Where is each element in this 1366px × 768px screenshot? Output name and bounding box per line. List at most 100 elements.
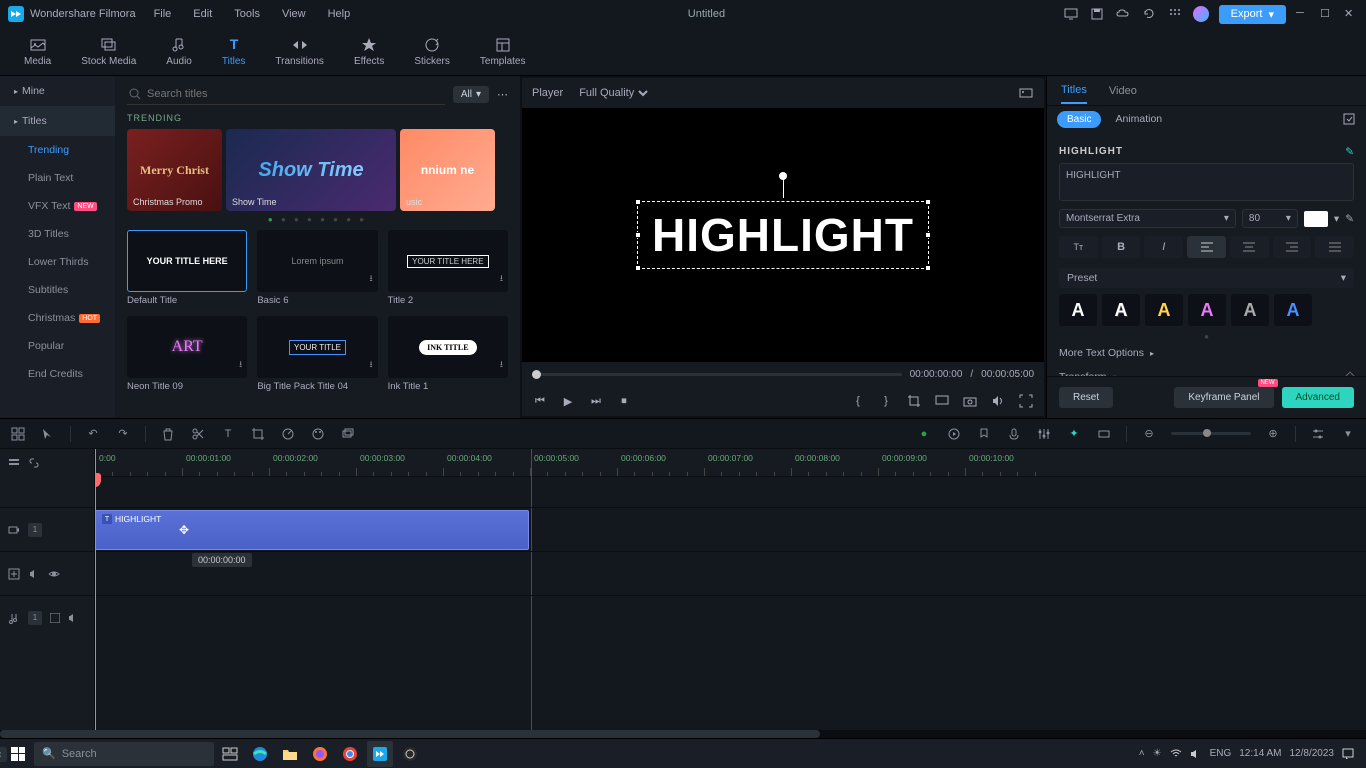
audio-track-icon[interactable] — [8, 612, 20, 624]
save-icon[interactable] — [1089, 6, 1105, 22]
visibility-icon[interactable] — [48, 568, 60, 580]
adjust-icon[interactable] — [1310, 426, 1326, 442]
fullscreen-icon[interactable] — [1018, 393, 1034, 409]
resize-handle[interactable] — [925, 199, 931, 205]
cursor-icon[interactable] — [40, 426, 56, 442]
edge-icon[interactable] — [247, 741, 273, 767]
sidebar-item-subtitles[interactable]: Subtitles — [0, 276, 115, 304]
sidebar-back-button[interactable]: ‹ — [0, 747, 7, 762]
align-justify-button[interactable] — [1315, 236, 1354, 258]
timeline-ruler[interactable]: 0:0000:00:01:0000:00:02:0000:00:03:0000:… — [95, 449, 1366, 477]
tray-date[interactable]: 12/8/2023 — [1290, 748, 1335, 759]
align-right-button[interactable] — [1273, 236, 1312, 258]
title-thumb[interactable]: INK TITLE⭳Ink Title 1 — [388, 316, 508, 392]
title-thumb[interactable]: YOUR TITLE HERE⭳Title 2 — [388, 230, 508, 306]
crop-tool-icon[interactable] — [250, 426, 266, 442]
prev-frame-button[interactable]: ⏮ — [532, 393, 548, 409]
sidebar-item-christmas[interactable]: ChristmasHOT — [0, 304, 115, 332]
spacer-lane[interactable] — [95, 551, 1366, 595]
chrome-icon[interactable] — [337, 741, 363, 767]
title-thumb[interactable]: ART⭳Neon Title 09 — [127, 316, 247, 392]
title-text-input[interactable]: HIGHLIGHT — [1059, 163, 1354, 201]
inspector-tab-video[interactable]: Video — [1109, 79, 1137, 103]
aspect-icon[interactable] — [1096, 426, 1112, 442]
tab-stock-media[interactable]: Stock Media — [81, 36, 136, 67]
sidebar-section-titles[interactable]: Titles — [0, 106, 115, 136]
sidebar-item-lower-thirds[interactable]: Lower Thirds — [0, 248, 115, 276]
zoom-in-icon[interactable]: ⊕ — [1265, 426, 1281, 442]
title-thumb[interactable]: YOUR TITLE HEREDefault Title — [127, 230, 247, 306]
obs-icon[interactable] — [397, 741, 423, 767]
zoom-slider[interactable] — [1171, 432, 1251, 435]
sidebar-item-vfx-text[interactable]: VFX TextNEW — [0, 192, 115, 220]
play-button[interactable]: ▶ — [560, 393, 576, 409]
notifications-icon[interactable] — [1342, 748, 1354, 760]
add-track-icon[interactable] — [8, 568, 20, 580]
link-icon[interactable] — [28, 457, 40, 469]
video-track-icon[interactable] — [8, 524, 20, 536]
text-tool-icon[interactable]: T — [220, 426, 236, 442]
tray-chevron-icon[interactable]: ˄ — [1139, 748, 1145, 759]
font-family-dropdown[interactable]: Montserrat Extra▾ — [1059, 209, 1236, 228]
tab-media[interactable]: Media — [24, 36, 51, 67]
redo-button[interactable]: ↷ — [115, 426, 131, 442]
align-center-button[interactable] — [1230, 236, 1269, 258]
wifi-icon[interactable] — [1170, 749, 1182, 759]
menu-tools[interactable]: Tools — [234, 8, 260, 20]
settings-chevron-icon[interactable]: ▾ — [1340, 426, 1356, 442]
font-size-dropdown[interactable]: 80▾ — [1242, 209, 1298, 228]
explorer-icon[interactable] — [277, 741, 303, 767]
group-icon[interactable] — [340, 426, 356, 442]
timeline-scrollbar[interactable] — [0, 730, 1366, 738]
sparkle-icon[interactable]: ✦ — [1066, 426, 1082, 442]
undo-button[interactable]: ↶ — [85, 426, 101, 442]
system-tray[interactable]: ˄ ☀ ENG 12:14 AM 12/8/2023 — [1139, 748, 1362, 760]
preset-item[interactable]: A — [1188, 294, 1226, 326]
save-preset-icon[interactable] — [1342, 112, 1356, 126]
more-button[interactable]: ⋯ — [497, 88, 508, 101]
tab-titles[interactable]: TTitles — [222, 36, 246, 67]
filmora-taskbar-icon[interactable] — [367, 741, 393, 767]
cloud-icon[interactable] — [1115, 6, 1131, 22]
resize-handle[interactable] — [635, 199, 641, 205]
title-bounding-box[interactable]: HIGHLIGHT — [637, 201, 929, 269]
preset-item[interactable]: A — [1231, 294, 1269, 326]
refresh-icon[interactable] — [1141, 6, 1157, 22]
mark-in-button[interactable]: { — [850, 393, 866, 409]
display-icon[interactable] — [934, 393, 950, 409]
zoom-out-icon[interactable]: ⊖ — [1141, 426, 1157, 442]
split-icon[interactable] — [190, 426, 206, 442]
chevron-down-icon[interactable]: ▾ — [1334, 213, 1339, 225]
menu-edit[interactable]: Edit — [193, 8, 212, 20]
mute-icon[interactable] — [68, 613, 78, 623]
start-button[interactable] — [4, 741, 32, 767]
keyframe-panel-button[interactable]: Keyframe Panel — [1174, 387, 1273, 408]
resize-handle[interactable] — [635, 265, 641, 271]
tab-effects[interactable]: Effects — [354, 36, 384, 67]
trending-card[interactable]: Merry ChristChristmas Promo — [127, 129, 222, 211]
menu-file[interactable]: File — [154, 8, 172, 20]
next-frame-button[interactable]: ⏭ — [588, 393, 604, 409]
sidebar-item-trending[interactable]: Trending — [0, 136, 115, 164]
reset-button[interactable]: Reset — [1059, 387, 1113, 408]
sidebar-item-3d-titles[interactable]: 3D Titles — [0, 220, 115, 248]
rotate-handle[interactable] — [779, 172, 787, 180]
firefox-icon[interactable] — [307, 741, 333, 767]
color-icon[interactable] — [310, 426, 326, 442]
sidebar-section-mine[interactable]: Mine — [0, 76, 115, 106]
task-view-icon[interactable] — [217, 741, 243, 767]
mic-icon[interactable] — [1006, 426, 1022, 442]
carousel-dots[interactable]: ● ● ● ● ● ● ● ● — [127, 215, 508, 224]
text-transform-button[interactable]: Tт — [1059, 236, 1098, 258]
preset-item[interactable]: A — [1145, 294, 1183, 326]
bold-button[interactable]: B — [1102, 236, 1141, 258]
preview-canvas[interactable]: HIGHLIGHT — [522, 108, 1044, 362]
volume-icon[interactable] — [990, 393, 1006, 409]
audio-mix-icon[interactable] — [1036, 426, 1052, 442]
preset-item[interactable]: A — [1059, 294, 1097, 326]
minimize-button[interactable]: ─ — [1296, 7, 1310, 21]
snapshot-icon[interactable] — [1018, 85, 1034, 101]
ai-icon[interactable]: ✎ — [1345, 146, 1354, 158]
delete-icon[interactable] — [160, 426, 176, 442]
manage-tracks-icon[interactable] — [8, 457, 20, 469]
